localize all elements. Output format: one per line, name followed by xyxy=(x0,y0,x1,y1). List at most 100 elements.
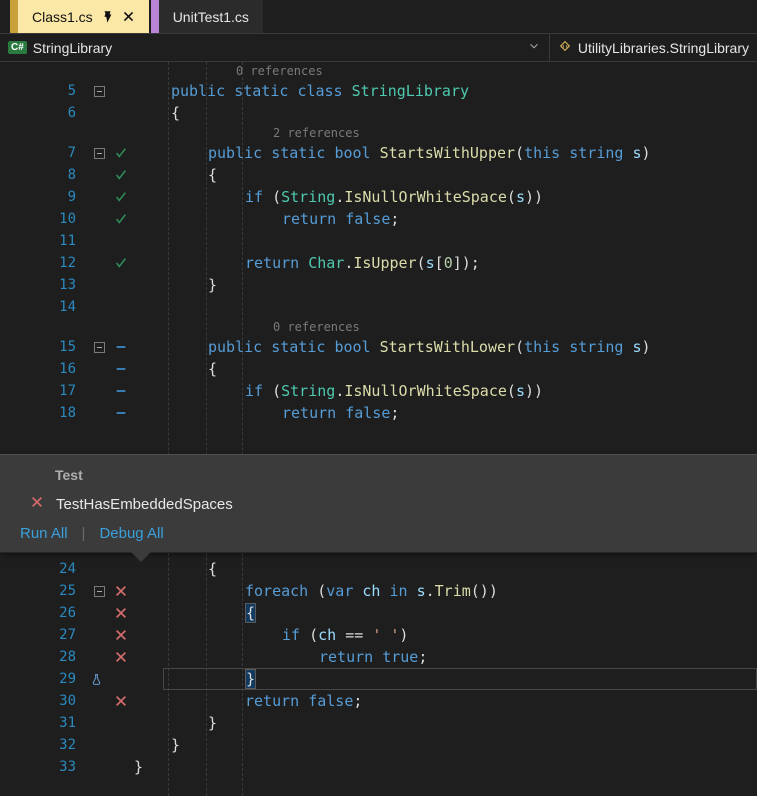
gutter-marker xyxy=(108,146,134,160)
line-number: 7 xyxy=(0,145,90,161)
line-number: 5 xyxy=(0,83,90,99)
line-number: 12 xyxy=(0,255,90,271)
popup-actions: Run All | Debug All xyxy=(0,523,757,542)
chevron-down-icon[interactable] xyxy=(527,39,541,56)
code-line[interactable]: 17 if (String.IsNullOrWhiteSpace(s)) xyxy=(0,380,757,402)
code-content: if (ch == ' ') xyxy=(282,626,757,644)
gutter-marker xyxy=(108,584,134,598)
code-line[interactable]: 6{ xyxy=(0,102,757,124)
line-number: 13 xyxy=(0,277,90,293)
gutter-marker xyxy=(108,190,134,204)
line-number: 9 xyxy=(0,189,90,205)
popup-title: Test xyxy=(0,455,757,491)
code-line[interactable]: 16{ xyxy=(0,358,757,380)
gutter-marker xyxy=(108,168,134,182)
code-line[interactable]: 28 return true; xyxy=(0,646,757,668)
test-row[interactable]: TestHasEmbeddedSpaces xyxy=(0,491,757,523)
pin-icon[interactable] xyxy=(101,10,114,23)
code-line[interactable]: 27if (ch == ' ') xyxy=(0,624,757,646)
tab-unittest1[interactable]: UnitTest1.cs xyxy=(151,0,265,33)
line-number: 18 xyxy=(0,405,90,421)
line-number: 24 xyxy=(0,561,90,577)
code-content: { xyxy=(208,360,757,378)
line-number: 28 xyxy=(0,649,90,665)
line-number: 17 xyxy=(0,383,90,399)
code-line[interactable]: 25 foreach (var ch in s.Trim()) xyxy=(0,580,757,602)
line-number: 31 xyxy=(0,715,90,731)
debug-all-link[interactable]: Debug All xyxy=(99,525,163,542)
test-results-popup: Test TestHasEmbeddedSpaces Run All | Deb… xyxy=(0,454,757,553)
code-content: return true; xyxy=(319,648,757,666)
code-content: } xyxy=(208,714,757,732)
code-content: return false; xyxy=(245,692,757,710)
gutter-marker xyxy=(108,362,134,376)
code-content: foreach (var ch in s.Trim()) xyxy=(245,582,757,600)
code-content: { xyxy=(208,166,757,184)
codelens-references[interactable]: 0 references xyxy=(0,62,757,80)
cs-badge-icon: C# xyxy=(8,41,27,54)
breadcrumb-left[interactable]: C# StringLibrary xyxy=(0,34,550,61)
test-flask-icon[interactable] xyxy=(90,673,103,686)
tab-label: Class1.cs xyxy=(32,9,93,25)
code-line[interactable]: 32} xyxy=(0,734,757,756)
code-content: return false; xyxy=(282,404,757,422)
code-content: } xyxy=(171,736,757,754)
code-line[interactable]: 14 xyxy=(0,296,757,318)
fail-icon xyxy=(30,495,44,513)
code-line[interactable]: 29} xyxy=(0,668,757,690)
tab-class1[interactable]: Class1.cs xyxy=(10,0,151,33)
code-content: { xyxy=(208,560,757,578)
line-number: 6 xyxy=(0,105,90,121)
gutter-marker xyxy=(108,256,134,270)
tab-label: UnitTest1.cs xyxy=(173,9,249,25)
code-line[interactable]: 30 return false; xyxy=(0,690,757,712)
gutter-marker xyxy=(108,212,134,226)
code-line[interactable]: 15 public static bool StartsWithLower(thi… xyxy=(0,336,757,358)
fold-gutter[interactable] xyxy=(90,586,108,597)
code-line[interactable]: 5 public static class StringLibrary xyxy=(0,80,757,102)
gutter-marker xyxy=(108,384,134,398)
breadcrumb-right[interactable]: UtilityLibraries.StringLibrary xyxy=(550,34,757,61)
code-line[interactable]: 18 return false; xyxy=(0,402,757,424)
test-name: TestHasEmbeddedSpaces xyxy=(56,496,233,513)
breadcrumb-left-label: StringLibrary xyxy=(33,40,112,56)
gutter-marker xyxy=(108,694,134,708)
fold-gutter[interactable] xyxy=(90,86,108,97)
code-content: public static bool StartsWithLower(this … xyxy=(208,338,757,356)
line-number: 15 xyxy=(0,339,90,355)
line-number: 25 xyxy=(0,583,90,599)
codelens-references[interactable]: 0 references xyxy=(0,318,757,336)
class-icon xyxy=(558,39,572,56)
code-editor[interactable]: 0 references 5 public static class StringL… xyxy=(0,62,757,796)
tab-bar: Class1.cs UnitTest1.cs xyxy=(0,0,757,34)
code-line[interactable]: 24 { xyxy=(0,558,757,580)
line-number: 26 xyxy=(0,605,90,621)
code-content: if (String.IsNullOrWhiteSpace(s)) xyxy=(245,382,757,400)
code-line[interactable]: 8{ xyxy=(0,164,757,186)
code-line[interactable]: 7 public static bool StartsWithUpper(this… xyxy=(0,142,757,164)
gutter-marker xyxy=(108,340,134,354)
close-icon[interactable] xyxy=(122,10,135,23)
popup-pointer-icon xyxy=(130,551,152,562)
code-line[interactable]: 13} xyxy=(0,274,757,296)
code-content: public static bool StartsWithUpper(this … xyxy=(208,144,757,162)
code-line[interactable]: 9if (String.IsNullOrWhiteSpace(s)) xyxy=(0,186,757,208)
line-number: 11 xyxy=(0,233,90,249)
gutter-marker xyxy=(108,406,134,420)
code-line[interactable]: 26{ xyxy=(0,602,757,624)
breadcrumb-bar: C# StringLibrary UtilityLibraries.String… xyxy=(0,34,757,62)
code-line[interactable]: 12return Char.IsUpper(s[0]); xyxy=(0,252,757,274)
line-number: 30 xyxy=(0,693,90,709)
fold-gutter[interactable] xyxy=(90,342,108,353)
code-line[interactable]: 11 xyxy=(0,230,757,252)
code-line[interactable]: 31} xyxy=(0,712,757,734)
codelens-references[interactable]: 2 references xyxy=(0,124,757,142)
code-line[interactable]: 10return false; xyxy=(0,208,757,230)
run-all-link[interactable]: Run All xyxy=(20,525,68,542)
code-line[interactable]: 33} xyxy=(0,756,757,778)
fold-gutter[interactable] xyxy=(90,148,108,159)
code-content: public static class StringLibrary xyxy=(171,82,757,100)
code-content: return false; xyxy=(282,210,757,228)
line-number: 8 xyxy=(0,167,90,183)
separator: | xyxy=(82,525,86,542)
